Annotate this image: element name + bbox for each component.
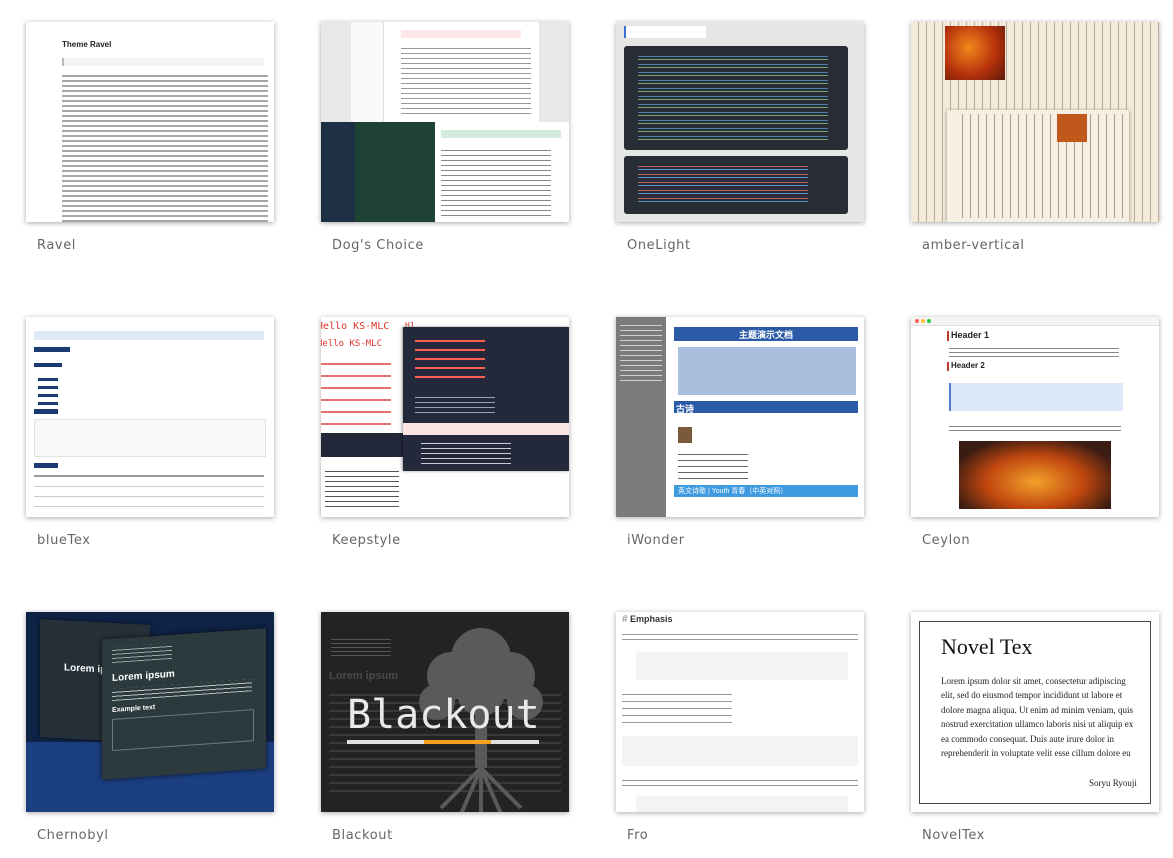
preview-h2: Hello KS-MLC (321, 339, 383, 349)
preview-page-dark (321, 122, 569, 222)
preview-list (325, 467, 399, 511)
preview-body: Lorem ipsum dolor sit amet, consectetur … (941, 676, 1134, 759)
close-icon (915, 319, 919, 323)
theme-name: Keepstyle (332, 533, 401, 548)
preview-h2: Header 2 (951, 361, 985, 370)
preview-text-block (401, 44, 531, 114)
theme-name: Ceylon (922, 533, 971, 548)
preview-poem (678, 449, 748, 479)
preview-signature: Soryu Ryouji (1089, 778, 1137, 788)
preview-poem-title: 英文诗歌 | Youth 青春（中英对照） (678, 488, 788, 495)
preview-code (34, 419, 266, 457)
theme-name: Dog's Choice (332, 238, 424, 253)
theme-preview-chernobyl: Lorem ipsum Lorem ipsum Example text (26, 612, 274, 812)
preview-titlebar (911, 317, 1159, 326)
preview-heading-bar (441, 130, 561, 138)
preview-green-panel (355, 122, 435, 222)
preview-note (949, 383, 1123, 411)
theme-preview-bluetex (26, 317, 274, 517)
theme-name: Chernobyl (37, 828, 109, 843)
theme-preview-onelight (616, 22, 864, 222)
theme-preview-keepstyle: Hello KS-MLC H1 Hello KS-MLC (321, 317, 569, 517)
preview-dark-page (403, 327, 569, 471)
preview-banner: 主题演示文档 (738, 330, 793, 340)
preview-code-2 (622, 736, 858, 766)
preview-page-light (351, 22, 539, 122)
minimize-icon (921, 319, 925, 323)
preview-header (624, 26, 706, 38)
theme-name: NovelTex (922, 828, 985, 843)
preview-image (959, 441, 1111, 509)
preview-avatar (678, 427, 692, 443)
theme-name: amber-vertical (922, 238, 1025, 253)
preview-text-block (62, 72, 268, 222)
preview-subheading: Example text (112, 704, 156, 715)
preview-sidebar (351, 22, 384, 122)
theme-name: Fro (627, 828, 649, 843)
maximize-icon (927, 319, 931, 323)
preview-toc-bar (34, 331, 264, 340)
preview-h1: Header 1 (951, 330, 990, 340)
preview-image (945, 26, 1005, 80)
theme-preview-iwonder: 主题演示文档 古诗 英文诗歌 | Youth 青春（中英对照） (616, 317, 864, 517)
preview-heading-3 (34, 409, 58, 414)
theme-name: OneLight (627, 238, 691, 253)
preview-code-light (321, 433, 403, 457)
preview-toc (678, 347, 856, 395)
theme-preview-ravel: Theme Ravel (26, 22, 274, 222)
preview-h1: Hello KS-MLC (321, 321, 390, 332)
preview-title: Theme Ravel (62, 40, 112, 49)
preview-code-block-1 (624, 46, 848, 150)
preview-page-front (947, 110, 1129, 222)
preview-heading-bar (401, 30, 521, 38)
preview-title: Novel Tex (941, 634, 1033, 659)
theme-preview-blackout: Lorem ipsum Blackout (321, 612, 569, 812)
theme-name: Ravel (37, 238, 77, 253)
preview-section-bg (674, 401, 858, 413)
theme-preview-fro: # Emphasis (616, 612, 864, 812)
theme-preview-noveltex: Novel Tex Lorem ipsum dolor sit amet, co… (911, 612, 1159, 812)
preview-code-1 (636, 652, 848, 680)
theme-name: blueTex (37, 533, 91, 548)
preview-code (331, 636, 391, 656)
preview-window-front: Lorem ipsum Example text (102, 628, 266, 780)
preview-logo: Blackout (347, 692, 540, 738)
preview-heading: Lorem ipsum (112, 668, 175, 685)
preview-heading: Lorem ipsum (329, 670, 399, 682)
preview-heading-2 (34, 363, 62, 367)
theme-name: iWonder (627, 533, 685, 548)
preview-quote (62, 58, 264, 66)
preview-table (34, 475, 264, 507)
preview-list (38, 373, 58, 407)
preview-heading: Emphasis (630, 614, 673, 624)
preview-heading-1 (34, 347, 70, 352)
preview-code-block-2 (624, 156, 848, 214)
theme-preview-amber-vertical (911, 22, 1159, 222)
preview-dark-sidebar (321, 122, 355, 222)
preview-sidebar (616, 317, 666, 517)
preview-code-3 (636, 796, 848, 812)
preview-headings (321, 353, 391, 433)
preview-logo-underline (347, 740, 539, 744)
theme-name: Blackout (332, 828, 393, 843)
preview-hash: # (622, 614, 628, 625)
preview-section: 古诗 (676, 404, 695, 414)
theme-preview-dogs-choice (321, 22, 569, 222)
theme-preview-ceylon: Header 1 Header 2 (911, 317, 1159, 517)
preview-text-block (441, 146, 551, 216)
preview-heading-4 (34, 463, 58, 468)
